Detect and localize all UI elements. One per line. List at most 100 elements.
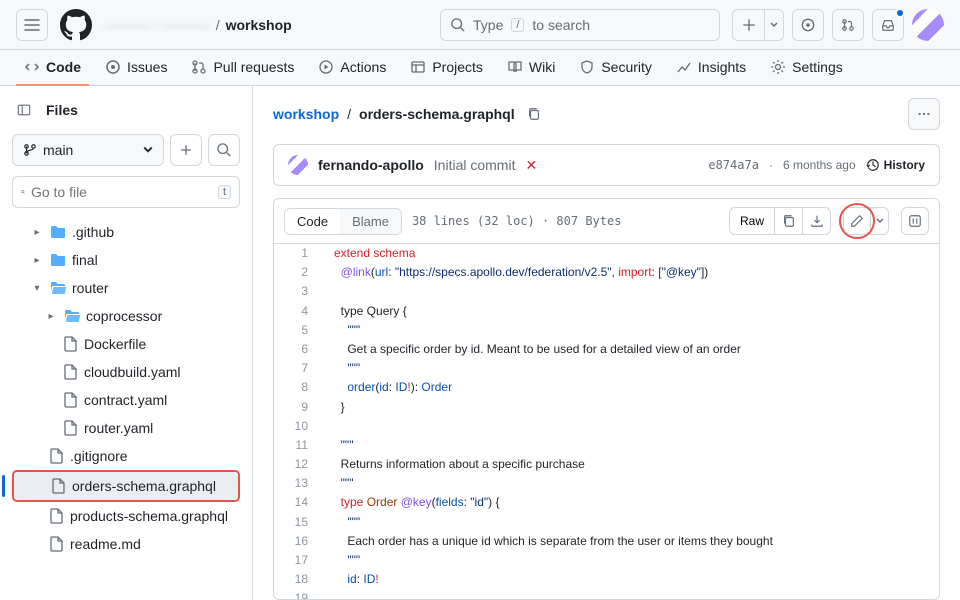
code-line[interactable]: 1extend schema <box>274 244 939 263</box>
code-toolbar: Code Blame 38 lines (32 loc) · 807 Bytes… <box>274 199 939 244</box>
download-button[interactable] <box>803 207 831 235</box>
code-line[interactable]: 4 type Query { <box>274 302 939 321</box>
pull-requests-button[interactable] <box>832 9 864 41</box>
line-number: 16 <box>274 532 324 551</box>
code-line[interactable]: 9 } <box>274 398 939 417</box>
code-line[interactable]: 5 """ <box>274 321 939 340</box>
issue-icon <box>801 18 815 32</box>
folder-icon <box>50 225 66 239</box>
code-box: Code Blame 38 lines (32 loc) · 807 Bytes… <box>273 198 940 600</box>
go-to-file[interactable]: t <box>12 176 240 208</box>
pr-icon <box>191 59 207 75</box>
tab-code[interactable]: Code <box>16 50 89 86</box>
tree-folder[interactable]: ▸.github <box>12 218 240 246</box>
tab-insights[interactable]: Insights <box>668 50 754 86</box>
commit-status-icon[interactable]: ✕ <box>525 157 537 174</box>
owner-link[interactable]: ·········· · ·········· <box>104 17 210 33</box>
tree-file[interactable]: products-schema.graphql <box>12 502 240 530</box>
inbox-button[interactable] <box>872 9 904 41</box>
global-search[interactable]: Type / to search <box>440 9 720 41</box>
file-icon <box>50 536 64 552</box>
hamburger-button[interactable] <box>16 9 48 41</box>
sidebar-collapse-button[interactable] <box>12 98 36 122</box>
code-line[interactable]: 18 id: ID! <box>274 570 939 589</box>
symbols-icon <box>908 214 922 228</box>
tree-file[interactable]: Dockerfile <box>12 330 240 358</box>
user-avatar[interactable] <box>912 9 944 41</box>
more-options-button[interactable] <box>908 98 940 130</box>
code-line[interactable]: 6 Get a specific order by id. Meant to b… <box>274 340 939 359</box>
code-line[interactable]: 12 Returns information about a specific … <box>274 455 939 474</box>
tab-security[interactable]: Security <box>571 50 660 86</box>
copy-raw-button[interactable] <box>775 207 803 235</box>
copy-path-button[interactable] <box>523 103 545 125</box>
tree-file[interactable]: readme.md <box>12 530 240 558</box>
code-icon <box>24 59 40 75</box>
symbols-button[interactable] <box>901 207 929 235</box>
history-link[interactable]: History <box>866 158 925 172</box>
tree-folder[interactable]: ▾router <box>12 274 240 302</box>
code-line[interactable]: 2 @link(url: "https://specs.apollo.dev/f… <box>274 263 939 282</box>
code-tab[interactable]: Code <box>285 209 340 234</box>
notification-dot <box>895 8 905 18</box>
repo-breadcrumb: ·········· · ·········· / workshop <box>104 17 292 33</box>
edit-file-button[interactable] <box>843 207 871 235</box>
search-files-button[interactable] <box>208 134 240 166</box>
tab-pull-requests[interactable]: Pull requests <box>183 50 302 86</box>
github-logo[interactable] <box>60 9 92 41</box>
edit-dropdown-button[interactable] <box>871 207 889 235</box>
project-icon <box>410 59 426 75</box>
code-line[interactable]: 15 """ <box>274 513 939 532</box>
issues-button[interactable] <box>792 9 824 41</box>
code-line[interactable]: 17 """ <box>274 551 939 570</box>
code-blame-switch: Code Blame <box>284 208 402 235</box>
branch-selector[interactable]: main <box>12 134 164 166</box>
commit-sha[interactable]: e874a7a <box>708 158 759 172</box>
code-view[interactable]: 1extend schema2 @link(url: "https://spec… <box>274 244 939 599</box>
line-number: 10 <box>274 417 324 436</box>
history-icon <box>866 158 880 172</box>
path-repo-link[interactable]: workshop <box>273 106 339 122</box>
kebab-icon <box>917 107 931 121</box>
file-info: 38 lines (32 loc) · 807 Bytes <box>412 214 622 228</box>
tree-file[interactable]: router.yaml <box>12 414 240 442</box>
line-number: 11 <box>274 436 324 455</box>
tree-file[interactable]: cloudbuild.yaml <box>12 358 240 386</box>
repo-link[interactable]: workshop <box>226 17 292 33</box>
code-line[interactable]: 7 """ <box>274 359 939 378</box>
tab-wiki[interactable]: Wiki <box>499 50 563 86</box>
tree-folder[interactable]: ▸coprocessor <box>12 302 240 330</box>
go-to-file-input[interactable] <box>31 184 212 200</box>
inbox-icon <box>881 18 895 32</box>
commit-message[interactable]: Initial commit <box>434 157 516 173</box>
code-line[interactable]: 3 <box>274 282 939 301</box>
tab-settings[interactable]: Settings <box>762 50 851 86</box>
code-line[interactable]: 19 <box>274 589 939 599</box>
file-icon <box>64 336 78 352</box>
code-line[interactable]: 8 order(id: ID!): Order <box>274 378 939 397</box>
code-line[interactable]: 13 """ <box>274 474 939 493</box>
tab-actions[interactable]: Actions <box>310 50 394 86</box>
commit-author-link[interactable]: fernando-apollo <box>318 157 424 173</box>
code-line[interactable]: 16 Each order has a unique id which is s… <box>274 532 939 551</box>
pr-icon <box>841 18 855 32</box>
blame-tab[interactable]: Blame <box>340 209 401 234</box>
code-line[interactable]: 14 type Order @key(fields: "id") { <box>274 493 939 512</box>
add-file-button[interactable] <box>170 134 202 166</box>
file-icon <box>50 508 64 524</box>
commit-author-avatar[interactable] <box>288 155 308 175</box>
issue-icon <box>105 59 121 75</box>
tab-issues[interactable]: Issues <box>97 50 175 86</box>
tab-projects[interactable]: Projects <box>402 50 491 86</box>
line-number: 5 <box>274 321 324 340</box>
raw-button[interactable]: Raw <box>729 207 775 235</box>
code-line[interactable]: 10 <box>274 417 939 436</box>
tree-file[interactable]: contract.yaml <box>12 386 240 414</box>
code-line[interactable]: 11 """ <box>274 436 939 455</box>
tree-file[interactable]: .gitignore <box>12 442 240 470</box>
create-new-button[interactable] <box>732 9 784 41</box>
tree-folder[interactable]: ▸final <box>12 246 240 274</box>
tree-file[interactable]: orders-schema.graphql <box>14 472 238 500</box>
caret-down-icon <box>770 21 778 29</box>
gear-icon <box>770 59 786 75</box>
